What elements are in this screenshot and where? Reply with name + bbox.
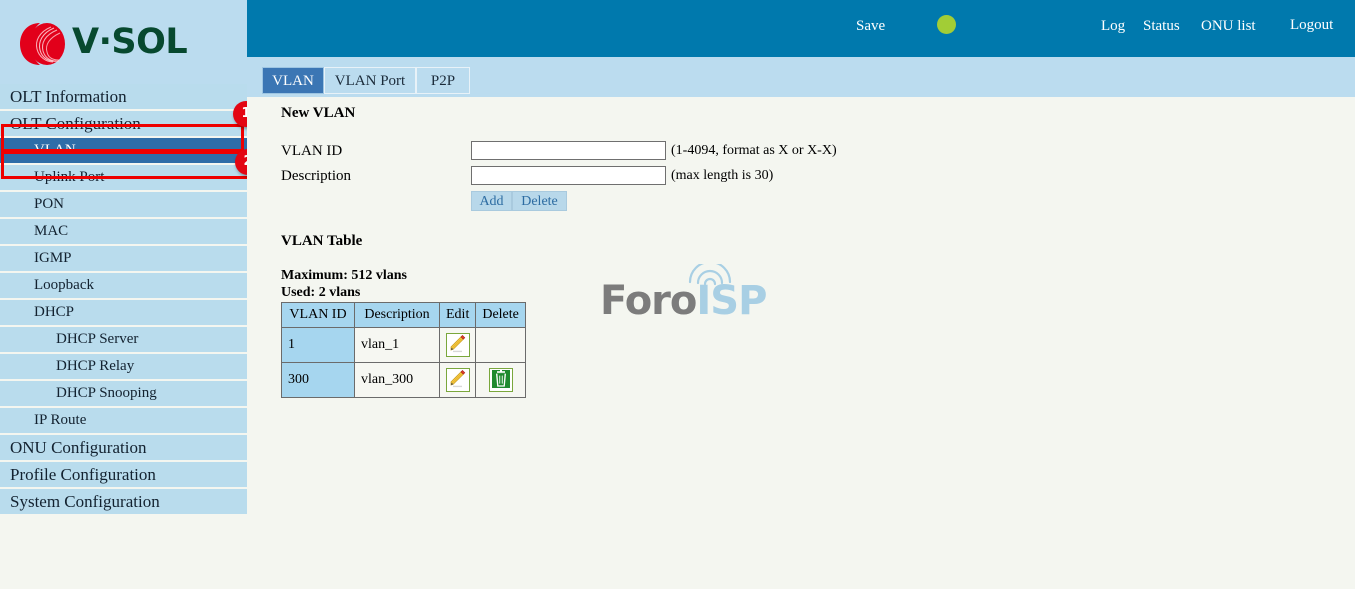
sidebar-item-igmp[interactable]: IGMP [0, 246, 247, 271]
log-link[interactable]: Log [1101, 18, 1125, 35]
watermark-part-foro: Foro [600, 278, 697, 324]
table-row: 1 vlan_1 [281, 327, 526, 363]
description-label: Description [281, 168, 351, 184]
column-header-delete: Delete [475, 302, 526, 328]
maximum-vlans-text: Maximum: 512 vlans [281, 268, 407, 283]
pencil-edit-icon[interactable] [445, 368, 470, 392]
description-input[interactable] [471, 166, 666, 185]
new-vlan-heading: New VLAN [281, 105, 356, 121]
sidebar-item-olt-information[interactable]: OLT Information [0, 84, 247, 109]
brand-logo-area: V·SOL [0, 0, 247, 84]
vlan-id-hint: (1-4094, format as X or X-X) [671, 143, 837, 158]
sidebar-item-dhcp-relay[interactable]: DHCP Relay [0, 354, 247, 379]
wifi-arcs-icon [688, 264, 732, 286]
cell-edit [438, 327, 477, 363]
sidebar-item-loopback[interactable]: Loopback [0, 273, 247, 298]
sidebar-item-system-configuration[interactable]: System Configuration [0, 489, 247, 514]
tab-vlan[interactable]: VLAN [262, 67, 324, 94]
main-content: New VLAN VLAN ID (1-4094, format as X or… [247, 97, 1355, 589]
onu-list-link[interactable]: ONU list [1201, 18, 1256, 35]
sidebar-item-onu-configuration[interactable]: ONU Configuration [0, 435, 247, 460]
cell-vlan-id: 300 [281, 362, 355, 398]
vlan-id-input[interactable] [471, 141, 666, 160]
brand-name: V·SOL [72, 22, 188, 62]
description-hint: (max length is 30) [671, 168, 774, 183]
green-status-dot-icon [937, 15, 956, 34]
sidebar-item-dhcp-server[interactable]: DHCP Server [0, 327, 247, 352]
foroisp-watermark: ForoISP [600, 264, 767, 326]
sidebar-item-pon[interactable]: PON [0, 192, 247, 217]
table-row: 300 vlan_300 [281, 362, 526, 398]
trash-delete-icon[interactable] [488, 368, 513, 392]
vlan-table: VLAN ID Description Edit Delete 1 vlan_1 [281, 302, 526, 398]
used-vlans-text: Used: 2 vlans [281, 285, 361, 300]
sidebar-item-profile-configuration[interactable]: Profile Configuration [0, 462, 247, 487]
tab-p2p[interactable]: P2P [416, 67, 470, 94]
logout-link[interactable]: Logout [1290, 17, 1333, 34]
save-link[interactable]: Save [856, 18, 885, 35]
vlan-table-heading: VLAN Table [281, 233, 363, 249]
watermark-part-isp: ISP [696, 278, 767, 324]
delete-button[interactable]: Delete [512, 191, 567, 211]
sidebar-item-vlan[interactable]: VLAN [0, 138, 247, 163]
sidebar-nav: OLT Information OLT Configuration VLAN U… [0, 84, 247, 516]
cell-description: vlan_1 [354, 327, 440, 363]
sidebar-item-dhcp-snooping[interactable]: DHCP Snooping [0, 381, 247, 406]
status-link[interactable]: Status [1143, 18, 1180, 35]
cell-edit [438, 362, 477, 398]
cell-vlan-id: 1 [281, 327, 355, 363]
sidebar-item-mac[interactable]: MAC [0, 219, 247, 244]
cell-description: vlan_300 [354, 362, 440, 398]
watermark-text: ForoISP [600, 278, 767, 324]
pencil-edit-icon[interactable] [445, 333, 470, 357]
cell-delete [475, 327, 526, 363]
column-header-vlan-id: VLAN ID [281, 302, 355, 328]
column-header-edit: Edit [438, 302, 477, 328]
vsol-swirl-logo-icon [18, 20, 68, 68]
sidebar-item-uplink-port[interactable]: Uplink Port [0, 165, 247, 190]
column-header-description: Description [354, 302, 440, 328]
sidebar-item-olt-configuration[interactable]: OLT Configuration [0, 111, 247, 136]
tab-vlan-port[interactable]: VLAN Port [324, 67, 416, 94]
sidebar-item-dhcp[interactable]: DHCP [0, 300, 247, 325]
table-header-row: VLAN ID Description Edit Delete [281, 302, 526, 328]
cell-delete [475, 362, 526, 398]
sidebar-item-ip-route[interactable]: IP Route [0, 408, 247, 433]
vlan-id-label: VLAN ID [281, 143, 343, 159]
add-button[interactable]: Add [471, 191, 512, 211]
header-bar: Save Log Status ONU list Logout [247, 0, 1355, 57]
tab-bar: VLAN VLAN Port P2P [247, 57, 1355, 97]
